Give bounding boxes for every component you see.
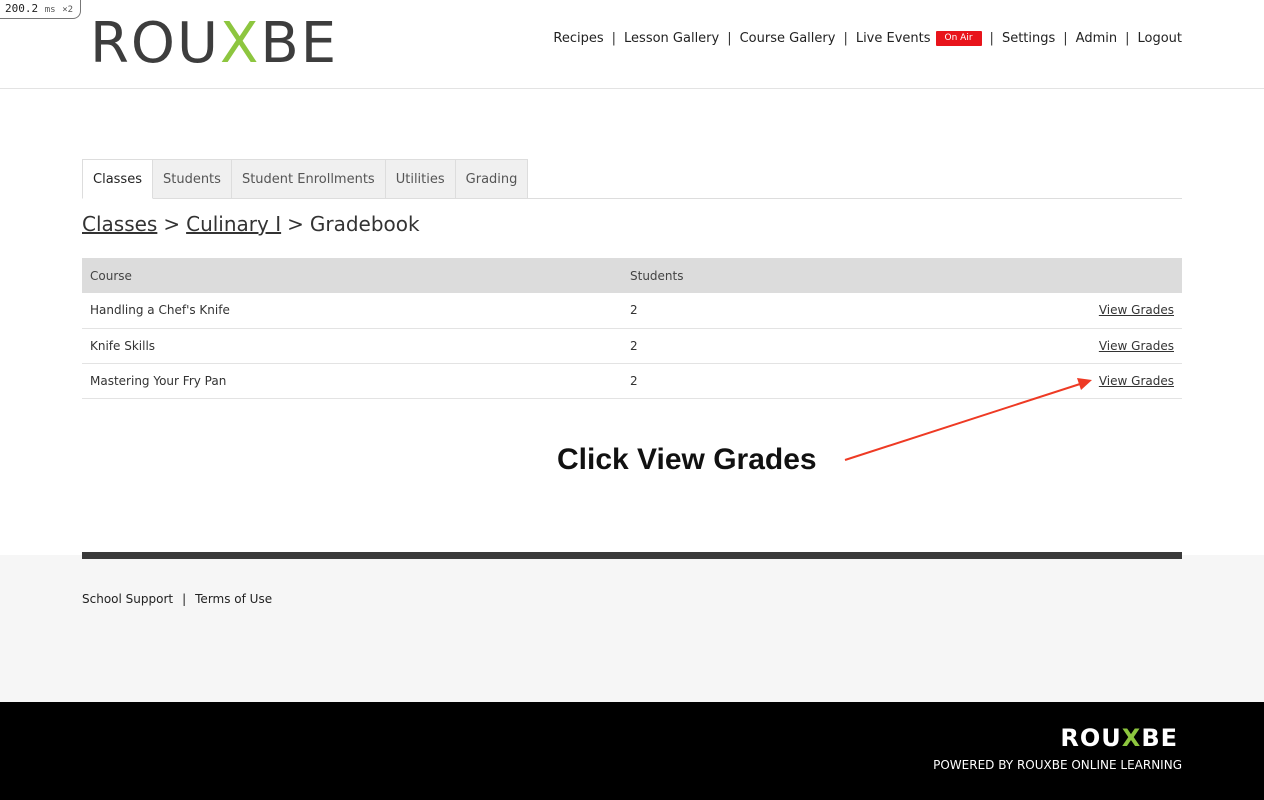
nav-lesson-gallery[interactable]: Lesson Gallery: [624, 31, 719, 46]
logo-text-start: ROU: [90, 11, 220, 76]
column-header-course: Course: [82, 258, 622, 293]
footer-rouxbe-logo[interactable]: ROUXBE: [1060, 724, 1178, 752]
nav-recipes[interactable]: Recipes: [553, 31, 603, 46]
tab-students[interactable]: Students: [152, 159, 232, 199]
nav-separator: |: [727, 31, 732, 46]
annotation-callout-text: Click View Grades: [557, 443, 817, 476]
footer-divider-bar: [82, 552, 1182, 559]
nav-separator: |: [1063, 31, 1068, 46]
table-header-row: Course Students: [82, 258, 1182, 293]
logo-text-end: BE: [260, 11, 339, 76]
rouxbe-logo[interactable]: ROU X BE: [90, 14, 338, 74]
footer-terms-link[interactable]: Terms of Use: [195, 592, 272, 606]
admin-tabs: Classes Students Student Enrollments Uti…: [82, 159, 1182, 199]
view-grades-link[interactable]: View Grades: [1099, 374, 1174, 388]
student-count: 2: [622, 293, 982, 329]
nav-admin[interactable]: Admin: [1076, 31, 1117, 46]
footer-logo-text-x: X: [1121, 724, 1142, 752]
nav-settings[interactable]: Settings: [1002, 31, 1055, 46]
on-air-badge[interactable]: On Air: [935, 31, 982, 46]
nav-separator: |: [1125, 31, 1130, 46]
student-count: 2: [622, 328, 982, 364]
footer-logo-text-start: ROU: [1060, 724, 1122, 752]
nav-separator: |: [611, 31, 617, 46]
breadcrumb-classes[interactable]: Classes: [82, 212, 157, 236]
perf-multiplier: ×2: [62, 5, 74, 15]
footer-separator: |: [182, 592, 187, 606]
nav-course-gallery[interactable]: Course Gallery: [740, 31, 836, 46]
tab-utilities[interactable]: Utilities: [385, 159, 456, 199]
footer-logo-text-end: BE: [1141, 724, 1178, 752]
perf-badge: 200.2 ms ×2: [0, 0, 82, 19]
nav-separator: |: [843, 31, 848, 46]
course-name: Handling a Chef's Knife: [82, 293, 622, 329]
gradebook-table: Course Students Handling a Chef's Knife …: [82, 258, 1182, 399]
view-grades-link[interactable]: View Grades: [1099, 339, 1174, 353]
nav-live-events[interactable]: Live Events: [856, 31, 931, 46]
breadcrumb-current: Gradebook: [309, 212, 420, 236]
course-name: Mastering Your Fry Pan: [82, 363, 622, 399]
breadcrumb-separator: >: [163, 212, 181, 236]
site-header: ROU X BE Recipes | Lesson Gallery | Course…: [0, 0, 1264, 89]
perf-unit: ms: [44, 5, 56, 15]
nav-logout[interactable]: Logout: [1137, 31, 1182, 46]
tab-classes[interactable]: Classes: [82, 159, 153, 199]
column-header-actions: [982, 258, 1182, 293]
tab-grading[interactable]: Grading: [455, 159, 529, 199]
breadcrumb: Classes > Culinary I > Gradebook: [82, 212, 420, 236]
footer-links: School Support | Terms of Use: [82, 592, 272, 606]
table-row: Handling a Chef's Knife 2 View Grades: [82, 293, 1182, 329]
breadcrumb-culinary-i[interactable]: Culinary I: [186, 212, 281, 236]
powered-by-text: POWERED BY ROUXBE ONLINE LEARNING: [933, 758, 1182, 772]
tab-student-enrollments[interactable]: Student Enrollments: [231, 159, 386, 199]
footer-school-support-link[interactable]: School Support: [82, 592, 173, 606]
perf-value: 200.2: [5, 2, 39, 15]
column-header-students: Students: [622, 258, 982, 293]
view-grades-link[interactable]: View Grades: [1099, 303, 1174, 317]
table-row: Mastering Your Fry Pan 2 View Grades: [82, 363, 1182, 399]
breadcrumb-separator: >: [287, 212, 304, 236]
footer-band: [0, 555, 1264, 702]
logo-text-x: X: [219, 11, 261, 76]
nav-separator: |: [989, 31, 994, 46]
student-count: 2: [622, 363, 982, 399]
powered-by-footer: ROUXBE POWERED BY ROUXBE ONLINE LEARNING: [0, 702, 1264, 800]
table-row: Knife Skills 2 View Grades: [82, 328, 1182, 364]
top-navigation: Recipes | Lesson Gallery | Course Galler…: [553, 31, 1182, 46]
course-name: Knife Skills: [82, 328, 622, 364]
